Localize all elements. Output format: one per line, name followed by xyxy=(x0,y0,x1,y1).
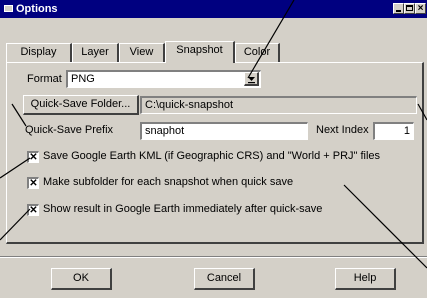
options-dialog: Options × Display Layer View Snapshot Co… xyxy=(0,0,427,298)
chevron-down-icon[interactable] xyxy=(244,72,259,86)
cancel-label: Cancel xyxy=(206,272,242,284)
help-button[interactable]: Help xyxy=(335,268,396,290)
tab-label: Display xyxy=(20,46,57,58)
checkmark-icon[interactable]: ✕ xyxy=(27,177,39,189)
quick-save-folder-label: Quick-Save Folder... xyxy=(30,98,131,110)
tab-view[interactable]: View xyxy=(119,43,165,62)
checkmark-icon[interactable]: ✕ xyxy=(27,204,39,216)
quick-save-folder-button[interactable]: Quick-Save Folder... xyxy=(23,95,139,115)
minimize-icon[interactable] xyxy=(393,3,404,14)
window-title: Options xyxy=(16,3,58,15)
format-label: Format xyxy=(27,73,62,85)
tab-label: View xyxy=(129,46,154,58)
checkmark-icon[interactable]: ✕ xyxy=(27,151,39,163)
prefix-value: snaphot xyxy=(145,125,185,137)
format-select[interactable]: PNG xyxy=(66,70,261,88)
show-in-google-earth-option[interactable]: Show result in Google Earth immediately … xyxy=(43,203,322,215)
window-icon xyxy=(4,5,13,12)
quick-save-folder-path: C:\quick-snapshot xyxy=(140,96,417,114)
quick-save-prefix-label: Quick-Save Prefix xyxy=(25,124,114,136)
ok-label: OK xyxy=(73,272,89,284)
save-kml-option[interactable]: Save Google Earth KML (if Geographic CRS… xyxy=(43,150,380,162)
divider xyxy=(0,256,427,258)
maximize-icon[interactable] xyxy=(404,3,415,14)
cancel-button[interactable]: Cancel xyxy=(194,268,255,290)
tab-layer[interactable]: Layer xyxy=(72,43,119,62)
format-value: PNG xyxy=(71,73,95,85)
ok-button[interactable]: OK xyxy=(51,268,112,290)
next-index-value: 1 xyxy=(403,125,410,137)
next-index-input[interactable]: 1 xyxy=(373,122,414,140)
tab-color[interactable]: Color xyxy=(235,43,280,62)
close-icon[interactable]: × xyxy=(415,3,426,14)
make-subfolder-option[interactable]: Make subfolder for each snapshot when qu… xyxy=(43,176,293,188)
tab-label: Layer xyxy=(81,46,109,58)
folder-path-value: C:\quick-snapshot xyxy=(145,99,234,111)
tab-display[interactable]: Display xyxy=(6,43,72,62)
quick-save-prefix-input[interactable]: snaphot xyxy=(140,122,308,140)
tab-label: Color xyxy=(243,46,271,58)
help-label: Help xyxy=(353,272,377,284)
title-bar[interactable]: Options × xyxy=(0,0,427,18)
tab-snapshot[interactable]: Snapshot xyxy=(165,41,235,63)
next-index-label: Next Index xyxy=(316,124,369,136)
tab-label: Snapshot xyxy=(176,44,223,56)
